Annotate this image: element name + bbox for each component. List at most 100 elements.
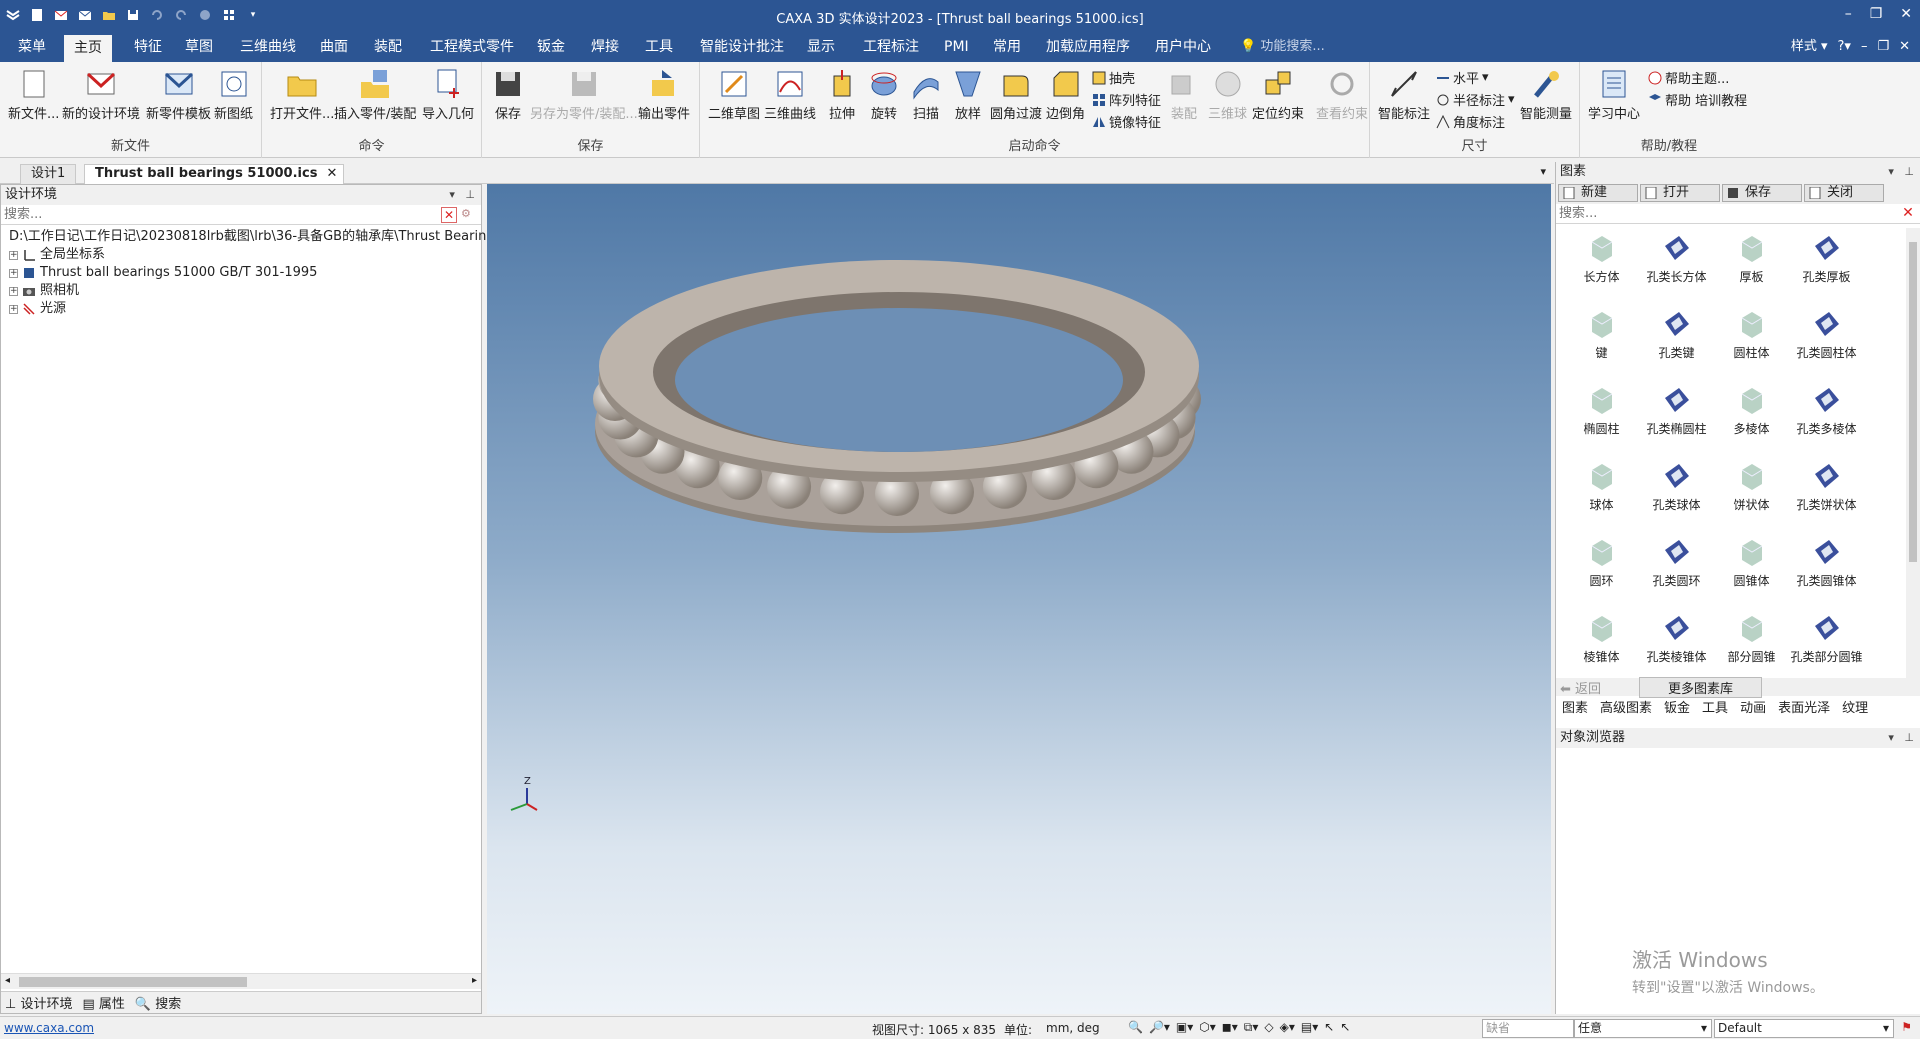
catalog-item[interactable]: 孔类棱锥体 xyxy=(1639,608,1714,670)
save-as-part-button[interactable]: 另存为零件/装配... xyxy=(530,68,638,122)
zoom-icon[interactable]: 🔍 xyxy=(1128,1020,1143,1035)
radius-dim-button[interactable]: 半径标注 ▾ xyxy=(1436,90,1515,109)
angle-dim-button[interactable]: 角度标注 xyxy=(1436,112,1505,131)
catalog-item[interactable]: 孔类部分圆锥 xyxy=(1789,608,1864,670)
chamfer-button[interactable]: 边倒角 xyxy=(1046,68,1085,122)
tree-node-camera[interactable]: + 照相机 xyxy=(1,282,481,300)
select-any-dropdown[interactable]: 任意 ▾ xyxy=(1574,1019,1712,1038)
tree-node-bearing-part[interactable]: + Thrust ball bearings 51000 GB/T 301-199… xyxy=(1,264,481,282)
3d-ball-button[interactable]: 三维球 xyxy=(1208,68,1247,122)
status-tool-icon[interactable]: ⚑ xyxy=(1901,1020,1912,1034)
catalog-item[interactable]: 孔类球体 xyxy=(1639,456,1714,518)
smart-dim-button[interactable]: 智能标注 xyxy=(1378,68,1430,122)
select-arrow-icon[interactable]: ↖ xyxy=(1324,1020,1334,1035)
export-part-button[interactable]: 输出零件 xyxy=(638,68,690,122)
catalog-item[interactable]: 孔类饼状体 xyxy=(1789,456,1864,518)
doc-tab-thrust-bearings[interactable]: Thrust ball bearings 51000.ics ✕ xyxy=(84,164,345,184)
display-icon[interactable]: ◈▾ xyxy=(1280,1020,1295,1035)
tree-node-light[interactable]: + 光源 xyxy=(1,300,481,318)
doc-close-icon[interactable]: ✕ xyxy=(1899,32,1910,62)
panel-pin-icon[interactable]: ▾ ⊥ xyxy=(449,185,475,205)
new-drawing-button[interactable]: 新图纸 xyxy=(214,68,253,122)
doc-restore-icon[interactable]: ❐ xyxy=(1877,32,1889,62)
extrude-button[interactable]: 拉伸 xyxy=(826,68,858,122)
catalog-item[interactable]: 椭圆柱 xyxy=(1564,380,1639,442)
learning-center-button[interactable]: 学习中心 xyxy=(1588,68,1640,122)
scroll-thumb[interactable] xyxy=(19,977,247,987)
tab-common[interactable]: 常用 xyxy=(983,32,1031,62)
ribbon-minimize-icon[interactable]: – xyxy=(1861,32,1868,62)
category-tab[interactable]: 工具 xyxy=(1702,697,1728,716)
restore-icon[interactable]: ❐ xyxy=(1870,6,1883,22)
category-tab[interactable]: 钣金 xyxy=(1664,697,1690,716)
new-part-template-button[interactable]: 新零件模板 xyxy=(146,68,211,122)
category-tab[interactable]: 表面光泽 xyxy=(1778,697,1830,716)
loft-button[interactable]: 放样 xyxy=(952,68,984,122)
import-geometry-button[interactable]: 导入几何 xyxy=(422,68,474,122)
pattern-button[interactable]: 阵列特征 xyxy=(1092,90,1161,109)
catalog-item[interactable]: 孔类多棱体 xyxy=(1789,380,1864,442)
section-icon[interactable]: ⧉▾ xyxy=(1244,1020,1259,1035)
catalog-item[interactable]: 棱锥体 xyxy=(1564,608,1639,670)
catalog-item[interactable]: 孔类圆锥体 xyxy=(1789,532,1864,594)
new-file-button[interactable]: 新文件... xyxy=(8,68,59,122)
tree-horizontal-scrollbar[interactable]: ◂ ▸ xyxy=(1,973,481,989)
catalog-item[interactable]: 圆柱体 xyxy=(1714,304,1789,366)
tab-display[interactable]: 显示 xyxy=(797,32,845,62)
select-missing[interactable]: 缺省 xyxy=(1482,1019,1574,1038)
clear-search-icon[interactable]: ✕ xyxy=(441,207,457,223)
catalog-item[interactable]: 饼状体 xyxy=(1714,456,1789,518)
catalog-item[interactable]: 键 xyxy=(1564,304,1639,366)
catalog-new-button[interactable]: 新建 xyxy=(1558,184,1638,202)
tab-sheet-metal[interactable]: 钣金 xyxy=(527,32,575,62)
tab-user-center[interactable]: 用户中心 xyxy=(1145,32,1221,62)
box-icon[interactable]: ▤▾ xyxy=(1301,1020,1318,1035)
render-mode-icon[interactable]: ◼▾ xyxy=(1222,1020,1238,1035)
tab-search[interactable]: 🔍 搜索 xyxy=(135,993,181,1012)
orient-icon[interactable]: ⬡▾ xyxy=(1199,1020,1216,1035)
tab-assembly[interactable]: 装配 xyxy=(364,32,412,62)
tab-properties[interactable]: ▤ 属性 xyxy=(82,993,124,1012)
tree-node-global-coords[interactable]: + 全局坐标系 xyxy=(1,246,481,264)
view-cube-icon[interactable]: ▣▾ xyxy=(1176,1020,1193,1035)
catalog-item[interactable]: 孔类圆柱体 xyxy=(1789,304,1864,366)
insert-part-button[interactable]: 插入零件/装配 xyxy=(334,68,416,122)
close-icon[interactable]: ✕ xyxy=(1900,6,1912,22)
tab-sketch[interactable]: 草图 xyxy=(175,32,223,62)
help-icon[interactable]: ?▾ xyxy=(1838,32,1851,62)
catalog-item[interactable]: 多棱体 xyxy=(1714,380,1789,442)
feature-search[interactable]: 💡 功能搜索... xyxy=(1240,32,1325,62)
object-browser-pin-icon[interactable]: ▾ ⊥ xyxy=(1888,728,1914,748)
tree-root[interactable]: D:\工作日记\工作日记\20230818lrb截图\lrb\36-具备GB的轴… xyxy=(1,228,506,246)
tab-3d-curve[interactable]: 三维曲线 xyxy=(230,32,306,62)
catalog-item[interactable]: 孔类椭圆柱 xyxy=(1639,380,1714,442)
zoom-extents-icon[interactable]: 🔎▾ xyxy=(1149,1020,1170,1035)
catalog-save-button[interactable]: 保存 xyxy=(1722,184,1802,202)
category-tab[interactable]: 图素 xyxy=(1562,697,1588,716)
catalog-search-input[interactable] xyxy=(1556,204,1876,223)
catalog-item[interactable]: 球体 xyxy=(1564,456,1639,518)
smart-measure-button[interactable]: 智能测量 xyxy=(1520,68,1572,122)
tab-welding[interactable]: 焊接 xyxy=(581,32,629,62)
3d-viewport[interactable]: Z xyxy=(487,184,1551,1014)
back-button[interactable]: ⬅ 返回 xyxy=(1560,678,1601,697)
new-env-button[interactable]: 新的设计环境 xyxy=(62,68,140,122)
category-tab[interactable]: 高级图素 xyxy=(1600,697,1652,716)
category-tab[interactable]: 纹理 xyxy=(1842,697,1868,716)
scroll-right-icon[interactable]: ▸ xyxy=(472,975,477,986)
expand-icon[interactable]: + xyxy=(9,250,18,260)
catalog-close-button[interactable]: 关闭 xyxy=(1804,184,1884,202)
more-library-button[interactable]: 更多图素库 xyxy=(1639,676,1763,698)
tab-home[interactable]: 主页 xyxy=(64,32,112,62)
fillet-button[interactable]: 圆角过渡 xyxy=(990,68,1042,122)
select-default-dropdown[interactable]: Default ▾ xyxy=(1714,1019,1894,1038)
shell-button[interactable]: 抽壳 xyxy=(1092,68,1135,87)
tab-engineering-part[interactable]: 工程模式零件 xyxy=(420,32,524,62)
tab-tools[interactable]: 工具 xyxy=(635,32,683,62)
expand-icon[interactable]: + xyxy=(9,304,18,314)
catalog-item[interactable]: 部分圆锥 xyxy=(1714,608,1789,670)
horizontal-dim-button[interactable]: 水平 ▾ xyxy=(1436,68,1489,87)
save-button[interactable]: 保存 xyxy=(492,68,524,122)
tab-feature[interactable]: 特征 xyxy=(124,32,172,62)
sweep-button[interactable]: 扫描 xyxy=(910,68,942,122)
